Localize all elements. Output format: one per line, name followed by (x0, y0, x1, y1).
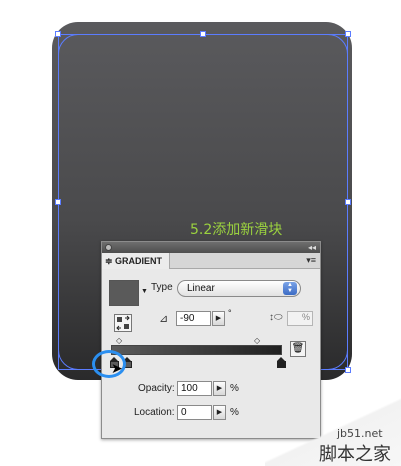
stepper-icon: ▲ ▼ (283, 282, 297, 295)
location-label: Location: (134, 407, 175, 418)
location-dropdown-button[interactable]: ▶ (213, 405, 226, 420)
midpoint-diamond-icon[interactable]: ◇ (254, 337, 262, 345)
tab-gradient[interactable]: ≑ GRADIENT (102, 253, 170, 269)
bbox-handle-right[interactable] (345, 199, 351, 205)
opacity-input[interactable]: 100 (177, 381, 212, 396)
type-label: Type (151, 282, 173, 293)
opacity-dropdown-button[interactable]: ▶ (213, 381, 226, 396)
location-input[interactable]: 0 (177, 405, 212, 420)
step-annotation: 5.2添加新滑块 (190, 222, 283, 238)
angle-input[interactable]: -90 (176, 311, 211, 326)
angle-dropdown-button[interactable]: ▶ (212, 311, 225, 326)
aspect-ratio-icon: ↕⬭ (269, 312, 283, 323)
aspect-unit: % (302, 312, 311, 322)
gradient-stop[interactable] (277, 357, 286, 368)
location-unit: % (230, 407, 239, 418)
chevron-down-icon[interactable]: ▼ (141, 288, 148, 295)
bbox-handle-bottom-right[interactable] (345, 367, 351, 373)
watermark-name: 脚本之家 (319, 444, 391, 465)
gradient-ramp[interactable] (111, 345, 282, 355)
angle-icon: ⊿ (159, 313, 169, 325)
panel-tabbar: ≑ GRADIENT ▾≡ (102, 253, 320, 269)
reverse-gradient-icon (116, 315, 130, 331)
opacity-unit: % (230, 383, 239, 394)
bbox-handle-left[interactable] (55, 199, 61, 205)
watermark-site: jb51.net (337, 427, 383, 440)
trash-icon: 🗑 (291, 343, 305, 354)
panel-titlebar[interactable]: ◂◂ (102, 242, 320, 253)
type-select-value: Linear (187, 283, 215, 294)
mouse-cursor-icon: ➤ (111, 360, 123, 376)
close-icon[interactable] (105, 244, 112, 251)
gradient-stop-new[interactable] (123, 357, 132, 368)
midpoint-diamond-icon[interactable]: ◇ (116, 337, 124, 345)
bbox-handle-top[interactable] (200, 31, 206, 37)
bbox-handle-top-left[interactable] (55, 31, 61, 37)
opacity-label: Opacity: (138, 383, 175, 394)
degree-symbol: ° (228, 308, 232, 318)
type-select[interactable]: Linear ▲ ▼ (177, 280, 301, 297)
collapse-icon[interactable]: ◂◂ (308, 242, 316, 253)
gradient-swatch[interactable] (109, 280, 139, 306)
bbox-handle-top-right[interactable] (345, 31, 351, 37)
panel-menu-icon[interactable]: ▾≡ (306, 255, 316, 266)
reverse-gradient-button[interactable] (114, 314, 132, 332)
delete-stop-button[interactable]: 🗑 (290, 341, 306, 357)
